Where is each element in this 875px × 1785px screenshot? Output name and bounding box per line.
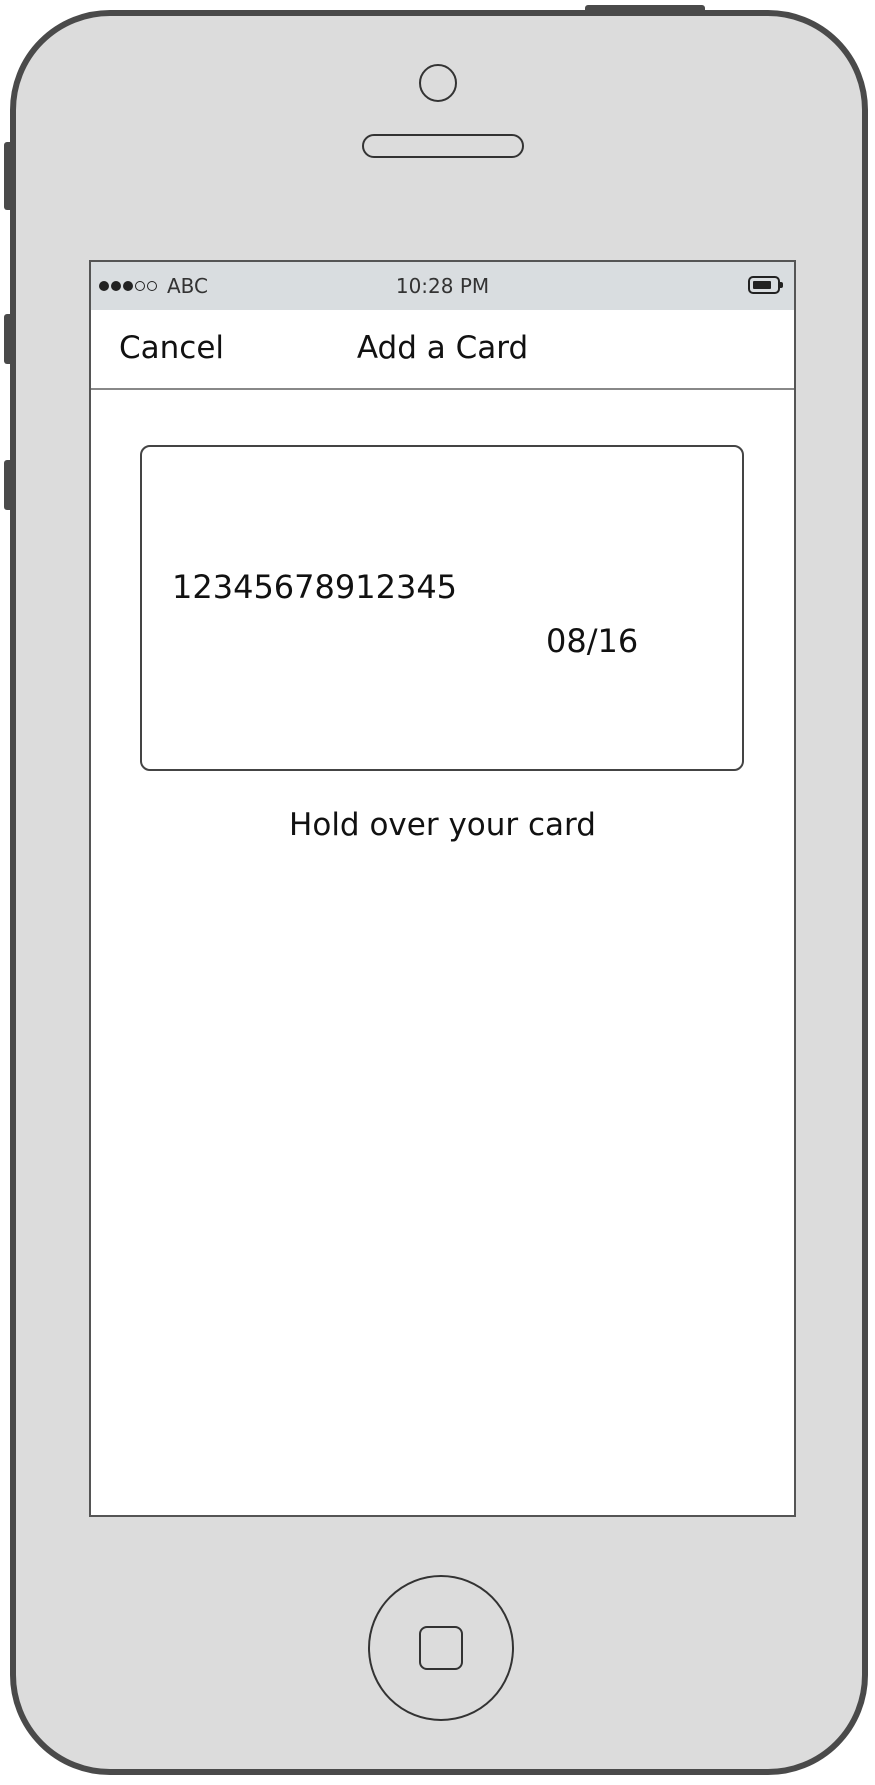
home-square-icon xyxy=(419,1626,463,1670)
front-camera xyxy=(419,64,457,102)
power-button xyxy=(585,5,705,15)
status-bar: ABC 10:28 PM xyxy=(91,262,794,310)
battery-icon xyxy=(748,276,783,294)
status-time: 10:28 PM xyxy=(395,274,490,298)
card-expiry-date: 08/16 xyxy=(546,622,639,660)
mute-switch xyxy=(4,142,14,210)
card-number: 12345678912345 xyxy=(172,568,458,606)
card-preview: 12345678912345 08/16 xyxy=(140,445,744,771)
earpiece-speaker xyxy=(362,134,524,158)
navigation-bar: Add a Card Cancel xyxy=(91,310,794,390)
scan-instruction: Hold over your card xyxy=(289,807,596,843)
volume-up-button xyxy=(4,314,14,364)
cancel-button[interactable]: Cancel xyxy=(119,328,224,368)
volume-down-button xyxy=(4,460,14,510)
phone-screen: ABC 10:28 PM Add a Card Cancel 123456789… xyxy=(89,260,796,1517)
home-button[interactable] xyxy=(368,1575,514,1721)
